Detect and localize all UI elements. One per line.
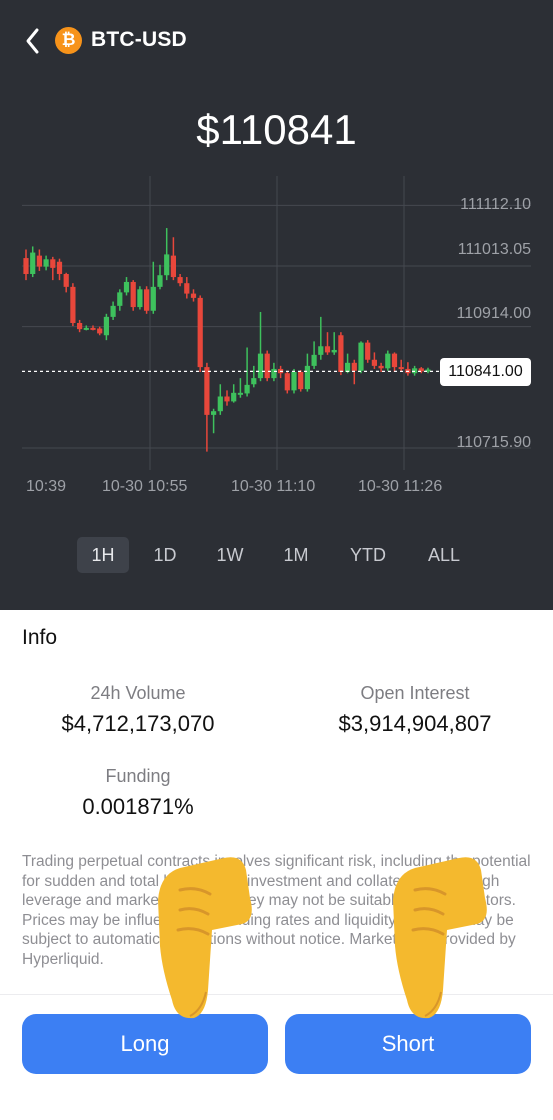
candle-body [264, 353, 270, 379]
candle-body [23, 258, 29, 274]
candle-body [217, 396, 223, 412]
current-price-badge: 110841.00 [440, 358, 531, 386]
candle-body [77, 323, 83, 330]
candle-body [224, 396, 230, 402]
candle-body [231, 392, 237, 402]
candle-body [318, 346, 324, 355]
candle-body [97, 328, 103, 334]
range-1w-button[interactable]: 1W [206, 537, 254, 573]
candle-body [412, 368, 418, 374]
candle-body [43, 259, 49, 267]
candle-body [244, 384, 250, 394]
open-interest-value: $3,914,904,807 [338, 711, 492, 736]
candle-body [123, 281, 130, 293]
candle-body [83, 327, 89, 330]
y-tick-label: 111112.10 [460, 196, 531, 213]
candle-body [391, 353, 398, 368]
candle-body [56, 261, 63, 274]
candle-body [378, 365, 384, 369]
candle-body [304, 365, 310, 390]
chart-plot [22, 176, 531, 470]
candle-body [90, 327, 96, 330]
range-1d-button[interactable]: 1D [143, 537, 187, 573]
candle-body [177, 277, 183, 284]
time-range-selector: 1H 1D 1W 1M YTD ALL [0, 537, 553, 573]
candle-body [371, 359, 377, 366]
range-ytd-button[interactable]: YTD [340, 537, 396, 573]
candle-body [50, 259, 56, 268]
chevron-left-icon[interactable] [20, 26, 48, 56]
candle-body [204, 367, 210, 415]
candle-body [190, 293, 197, 298]
candle-body [30, 252, 36, 274]
candle-body [365, 342, 371, 360]
y-tick-label: 110715.90 [456, 434, 531, 451]
bitcoin-symbol: ₿ [61, 30, 76, 50]
candle-body [324, 346, 331, 353]
candle-body [170, 255, 176, 278]
candle-body [284, 373, 290, 391]
candle-body [311, 354, 317, 366]
range-all-button[interactable]: ALL [416, 537, 472, 573]
candle-body [398, 367, 404, 370]
top-nav: ₿ BTC-USD [0, 20, 553, 62]
candlestick-chart[interactable]: 111112.10 111013.05 110914.00 110715.90 … [0, 170, 553, 510]
y-tick-label: 110914.00 [456, 305, 531, 322]
bitcoin-icon: ₿ [55, 27, 82, 54]
y-tick-label: 111013.05 [457, 241, 531, 258]
candle-body [237, 392, 243, 395]
candle-body [137, 289, 143, 308]
x-tick-label: 10-30 11:10 [231, 478, 316, 495]
candle-body [338, 335, 344, 372]
funding-value: 0.001871% [82, 794, 194, 819]
range-1h-button[interactable]: 1H [77, 537, 129, 573]
current-price: $110841 [196, 106, 357, 153]
candle-body [211, 411, 217, 415]
candle-body [298, 372, 304, 390]
candle-body [184, 283, 190, 294]
candle-body [117, 292, 123, 306]
volume-value: $4,712,173,070 [61, 711, 215, 736]
candle-body [103, 316, 109, 336]
candle-body [110, 305, 116, 317]
candle-body [358, 342, 364, 371]
pointing-down-hand-icon [150, 850, 260, 1035]
candle-body [150, 286, 156, 311]
candle-body [157, 275, 163, 287]
candle-body [197, 297, 203, 368]
pointing-down-hand-icon [385, 850, 495, 1035]
x-tick-label: 10-30 11:26 [358, 478, 443, 495]
range-1m-button[interactable]: 1M [274, 537, 318, 573]
candle-body [70, 286, 76, 323]
candle-body [257, 353, 264, 379]
candle-body [36, 255, 42, 267]
info-heading: Info [22, 626, 58, 649]
pair-title: BTC-USD [91, 28, 187, 51]
candle-body [351, 362, 357, 371]
volume-label: 24h Volume [90, 683, 186, 703]
candle-body [251, 378, 257, 385]
candle-body [164, 254, 170, 276]
open-interest-label: Open Interest [360, 683, 470, 703]
x-tick-label: 10-30 10:55 [102, 478, 188, 495]
candle-body [385, 353, 391, 369]
candle-body [291, 372, 297, 391]
x-tick-label: 10:39 [26, 478, 67, 495]
candle-body [130, 281, 136, 308]
candle-body [63, 274, 69, 287]
candle-body [331, 349, 337, 353]
chart-panel: ₿ BTC-USD $110841 111112.10 111013.05 11… [0, 0, 553, 610]
funding-label: Funding [105, 766, 171, 786]
candle-body [271, 368, 277, 379]
candle-body [345, 362, 351, 372]
candle-body [144, 289, 150, 311]
